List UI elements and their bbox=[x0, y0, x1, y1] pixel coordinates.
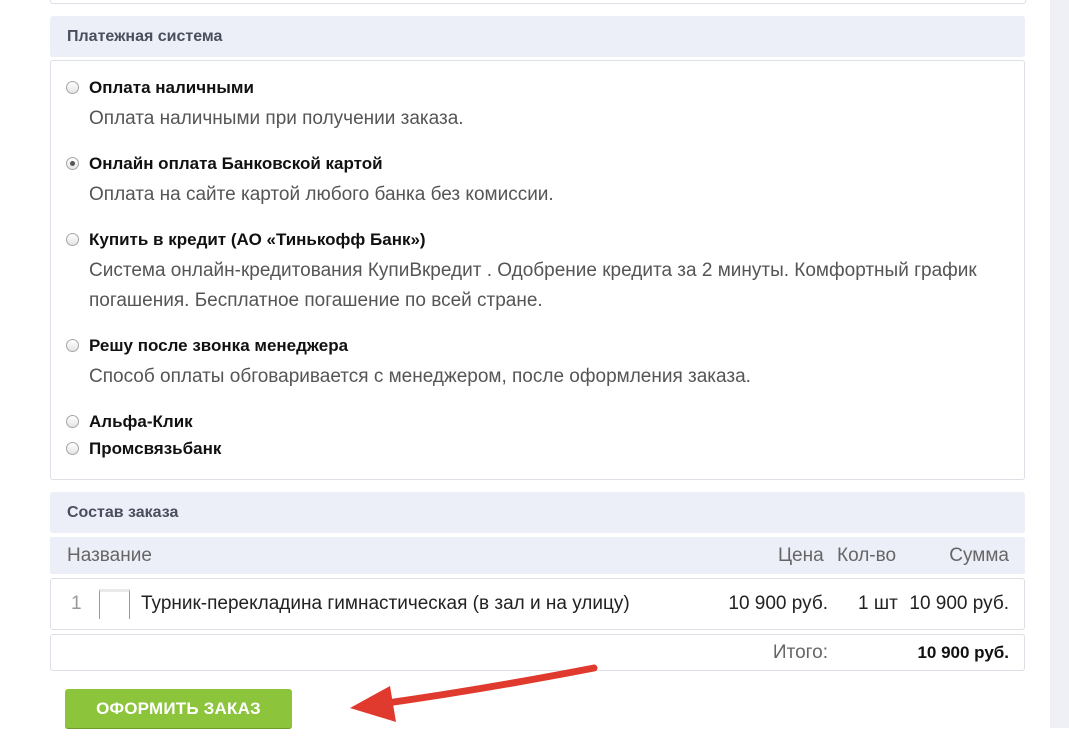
item-price: 10 900 руб. bbox=[728, 593, 828, 614]
option-description: Оплата на сайте картой любого банка без … bbox=[89, 184, 554, 205]
column-sum: Сумма bbox=[949, 545, 1009, 566]
order-table-header: Название Цена Кол-во Сумма bbox=[50, 537, 1025, 574]
radio-alfa-click[interactable] bbox=[66, 415, 79, 428]
table-row: 1 Турник-перекладина гимнастическая (в з… bbox=[50, 578, 1025, 630]
total-value: 10 900 руб. bbox=[917, 643, 1009, 662]
page-side-strip bbox=[1050, 0, 1069, 728]
option-title[interactable]: Решу после звонка менеджера bbox=[89, 336, 348, 356]
option-title[interactable]: Альфа-Клик bbox=[89, 412, 193, 432]
order-section-header: Состав заказа bbox=[50, 492, 1025, 533]
item-name[interactable]: Турник-перекладина гимнастическая (в зал… bbox=[141, 593, 630, 615]
total-label: Итого: bbox=[772, 642, 828, 663]
radio-cash[interactable] bbox=[66, 81, 79, 94]
item-qty: 1 шт bbox=[858, 593, 898, 614]
order-total-row: Итого: 10 900 руб. bbox=[50, 634, 1025, 671]
option-description: Оплата наличными при получении заказа. bbox=[89, 108, 464, 129]
product-thumbnail[interactable] bbox=[99, 589, 130, 619]
option-title[interactable]: Промсвязьбанк bbox=[89, 439, 221, 459]
radio-card[interactable] bbox=[66, 157, 79, 170]
previous-section-edge bbox=[50, 0, 1026, 4]
column-price: Цена bbox=[778, 545, 824, 566]
item-number: 1 bbox=[71, 593, 82, 614]
option-description: Способ оплаты обговаривается с менеджеро… bbox=[89, 366, 751, 387]
radio-credit[interactable] bbox=[66, 233, 79, 246]
radio-promsvyazbank[interactable] bbox=[66, 442, 79, 455]
column-name: Название bbox=[67, 545, 152, 566]
column-qty: Кол-во bbox=[837, 545, 897, 566]
place-order-button[interactable]: ОФОРМИТЬ ЗАКАЗ bbox=[65, 689, 292, 728]
item-sum: 10 900 руб. bbox=[909, 593, 1009, 614]
radio-manager[interactable] bbox=[66, 339, 79, 352]
option-title[interactable]: Онлайн оплата Банковской картой bbox=[89, 154, 383, 174]
option-title[interactable]: Оплата наличными bbox=[89, 78, 254, 98]
option-title[interactable]: Купить в кредит (АО «Тинькофф Банк») bbox=[89, 230, 426, 250]
option-description: Система онлайн-кредитования КупиВкредит … bbox=[89, 260, 977, 311]
payment-section-header: Платежная система bbox=[50, 16, 1025, 57]
